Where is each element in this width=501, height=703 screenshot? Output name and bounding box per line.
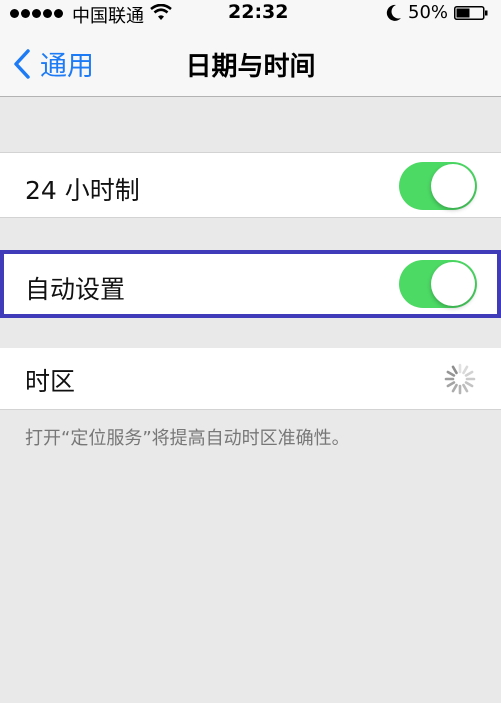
status-bar: 中国联通 22:32 50% <box>0 0 501 28</box>
battery-icon <box>454 6 488 20</box>
spinner-spoke <box>451 383 458 393</box>
loading-spinner-icon <box>444 363 476 395</box>
spinner-spoke <box>451 365 458 375</box>
battery-percent: 50% <box>408 2 449 23</box>
spinner-spoke <box>446 381 456 388</box>
spinner-spoke <box>462 365 469 375</box>
auto-set-toggle[interactable] <box>399 260 477 308</box>
wifi-icon <box>150 4 172 20</box>
spinner-spoke <box>464 381 474 388</box>
signal-strength-icon <box>10 9 63 18</box>
settings-row-24-hour: 24 小时制 <box>0 152 501 218</box>
spinner-spoke <box>462 383 469 393</box>
spinner-spoke <box>464 370 474 377</box>
status-time: 22:32 <box>228 1 289 23</box>
navigation-bar: 通用 日期与时间 <box>0 28 501 97</box>
settings-row-label: 24 小时制 <box>25 176 140 205</box>
footer-note: 打开“定位服务”将提高自动时区准确性。 <box>25 428 350 449</box>
settings-row-auto-set: 自动设置 <box>0 250 501 318</box>
moon-icon <box>386 4 401 21</box>
carrier-name: 中国联通 <box>72 6 144 27</box>
settings-row-label: 自动设置 <box>25 275 126 304</box>
page-title: 日期与时间 <box>185 52 316 82</box>
toggle-knob <box>431 164 475 208</box>
settings-row-label: 时区 <box>25 367 76 396</box>
spinner-spoke <box>446 370 456 377</box>
settings-row-timezone[interactable]: 时区 <box>0 348 501 410</box>
toggle-knob <box>431 262 475 306</box>
24-hour-toggle[interactable] <box>399 162 477 210</box>
